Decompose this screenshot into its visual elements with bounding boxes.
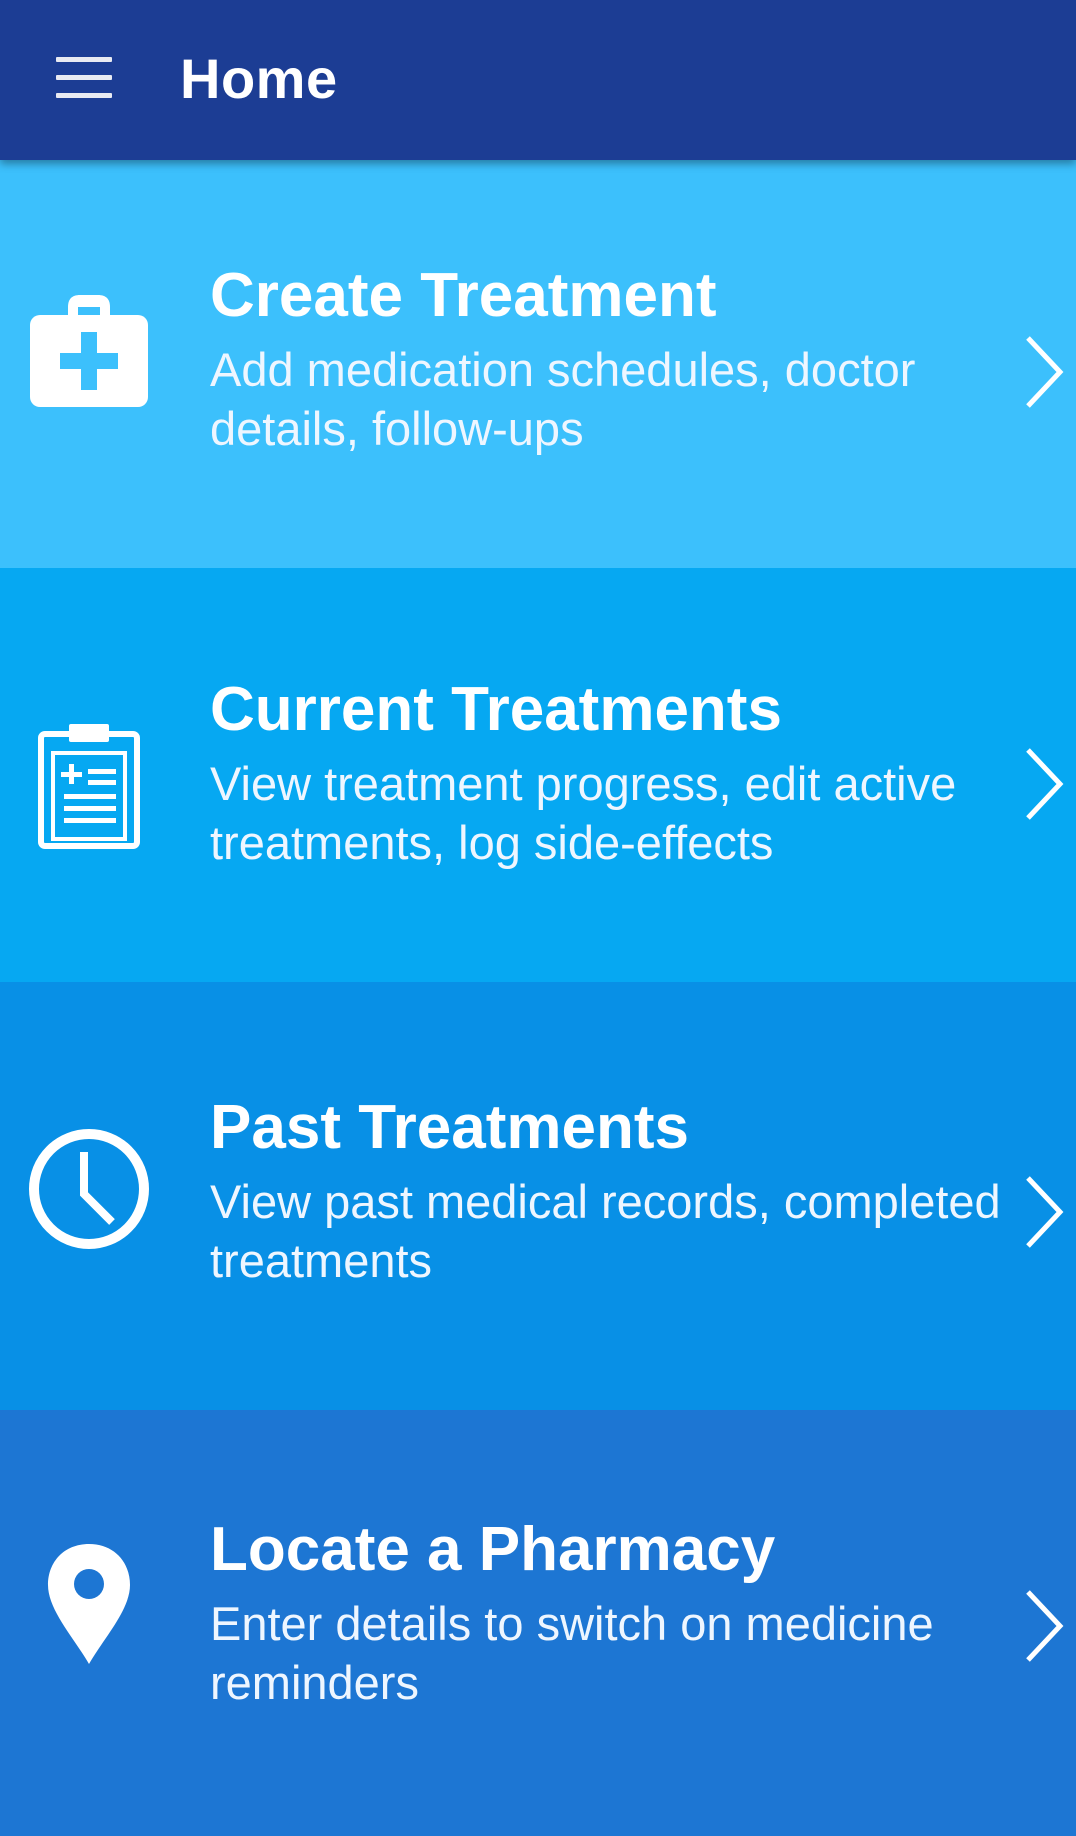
current-treatments-card[interactable]: Current Treatments View treatment progre… <box>0 568 1076 982</box>
current-treatments-text: Current Treatments View treatment progre… <box>210 672 1010 872</box>
current-treatments-title: Current Treatments <box>210 675 782 744</box>
locate-pharmacy-description: Enter details to switch on medicine remi… <box>210 1597 934 1709</box>
chevron-right-icon <box>1026 336 1064 408</box>
current-treatments-description: View treatment progress, edit active tre… <box>210 757 957 869</box>
chevron-right-icon <box>1026 1176 1064 1248</box>
clipboard-icon <box>38 724 140 849</box>
past-treatments-description: View past medical records, completed tre… <box>210 1175 1001 1287</box>
app-bar: Home <box>0 0 1076 160</box>
medical-kit-icon <box>30 295 148 407</box>
past-treatments-text: Past Treatments View past medical record… <box>210 1090 1010 1290</box>
location-pin-icon <box>48 1544 130 1664</box>
clock-icon <box>29 1129 149 1249</box>
hamburger-menu-icon[interactable] <box>48 50 120 110</box>
past-treatments-card[interactable]: Past Treatments View past medical record… <box>0 982 1076 1410</box>
chevron-right-icon <box>1026 1590 1064 1662</box>
page-title: Home <box>180 47 338 110</box>
create-treatment-description: Add medication schedules, doctor details… <box>210 343 916 455</box>
create-treatment-card[interactable]: Create Treatment Add medication schedule… <box>0 160 1076 568</box>
chevron-right-icon <box>1026 748 1064 820</box>
locate-pharmacy-text: Locate a Pharmacy Enter details to switc… <box>210 1512 1010 1712</box>
locate-pharmacy-card[interactable]: Locate a Pharmacy Enter details to switc… <box>0 1410 1076 1836</box>
create-treatment-title: Create Treatment <box>210 261 717 330</box>
locate-pharmacy-title: Locate a Pharmacy <box>210 1515 776 1584</box>
past-treatments-title: Past Treatments <box>210 1093 689 1162</box>
create-treatment-text: Create Treatment Add medication schedule… <box>210 258 1010 458</box>
